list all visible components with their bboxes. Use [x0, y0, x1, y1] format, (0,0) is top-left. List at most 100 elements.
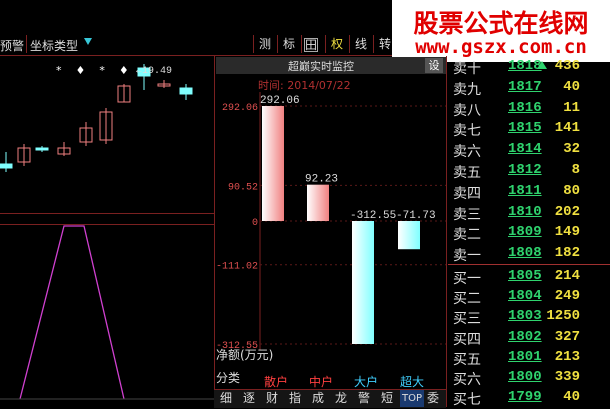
bottom-tab-0[interactable]: 细 [216, 390, 236, 407]
orderbook-row[interactable]: 卖五 1812 8 [448, 160, 610, 182]
chevron-down-icon[interactable] [84, 38, 92, 45]
bar-0 [262, 106, 284, 221]
candlestick [179, 87, 193, 95]
orderbook-label: 买二 [453, 291, 481, 308]
orderbook-label: 买五 [453, 351, 481, 368]
toolbar-button-1[interactable]: 标 [280, 36, 298, 52]
bottom-tab-4[interactable]: 成 [308, 390, 328, 407]
toolbar-button-4[interactable]: 线 [352, 36, 370, 52]
orderbook-row[interactable]: 卖二 1809 149 [448, 222, 610, 244]
bar-value-label: -312.55 [350, 210, 396, 222]
bar-1 [307, 184, 329, 221]
panel-divider [214, 56, 215, 407]
orderbook-row[interactable]: 买七 1799 40 [448, 387, 610, 409]
orderbook-vol: 80 [563, 182, 580, 199]
orderbook-row[interactable]: 买一 1805 214 [448, 266, 610, 288]
category-label: 超大 [400, 375, 425, 389]
orderbook-price: 1804 [508, 288, 542, 305]
orderbook-vol: 32 [563, 141, 580, 158]
orderbook-vol: 202 [554, 203, 580, 220]
bar-value-label: 292.06 [260, 95, 300, 107]
orderbook-vol: 339 [554, 369, 580, 385]
orderbook-price: 1816 [508, 99, 542, 116]
toolbar-button-3[interactable]: 权 [328, 36, 346, 52]
bottom-tab-9[interactable]: 委 [423, 390, 443, 407]
orderbook-price: 1808 [508, 245, 542, 262]
orderbook-label: 买七 [453, 392, 481, 409]
orderbook-row[interactable]: 卖四 1811 80 [448, 181, 610, 203]
category-title: 分类 [216, 371, 241, 385]
orderbook-row[interactable]: 卖三 1810 202 [448, 202, 610, 224]
category-label: 大户 [354, 375, 379, 389]
orderbook-price: 1814 [508, 141, 542, 158]
category-label: 散户 [264, 375, 289, 389]
bottom-tab-1[interactable]: 逐 [239, 390, 259, 407]
orderbook-vol: 327 [554, 328, 580, 345]
bar-3 [398, 221, 420, 250]
coord-type-label[interactable]: 坐标类型 [30, 37, 78, 54]
orderbook-vol: 436 [554, 58, 580, 74]
orderbook-row[interactable]: 买五 1801 213 [448, 347, 610, 369]
orderbook-row[interactable]: 卖八 1816 11 [448, 98, 610, 120]
orderbook-label: 卖二 [453, 227, 481, 244]
bottom-tab-2[interactable]: 财 [262, 390, 282, 407]
y-tick-label: 0 [252, 218, 258, 229]
orderbook-vol: 1250 [546, 308, 580, 325]
orderbook-label: 卖一 [453, 248, 481, 265]
orderbook-row[interactable]: 卖九 1817 40 [448, 77, 610, 99]
bottom-tab-7[interactable]: 短 [377, 390, 397, 407]
orderbook-row[interactable]: 卖一 1808 182 [448, 243, 610, 265]
orderbook-price: 1803 [508, 308, 542, 325]
warning-menu-label[interactable]: 预警 [0, 37, 24, 54]
toolbar-divider [373, 35, 374, 53]
orderbook-row[interactable]: 卖六 1814 32 [448, 139, 610, 161]
orderbook-row[interactable]: 卖十 1818 436 [448, 56, 610, 78]
orderbook-vol: 40 [563, 389, 580, 406]
category-label: 中户 [309, 375, 334, 389]
orderbook-price: 1799 [508, 389, 542, 406]
chart-unit-label: 净额(万元) [216, 348, 274, 362]
watermark-url: www.gszx.com.cn [415, 36, 587, 58]
toolbar-button-2[interactable]: 田 [304, 38, 318, 52]
bottom-tab-5[interactable]: 龙 [331, 390, 351, 407]
orderbook-label: 卖三 [453, 206, 481, 223]
orderbook-vol: 8 [571, 162, 580, 178]
signal-marker: * [56, 64, 76, 77]
candlestick [35, 147, 49, 151]
orderbook-vol: 214 [554, 268, 580, 284]
orderbook-vol: 182 [554, 245, 580, 262]
orderbook-row[interactable]: 买六 1800 339 [448, 367, 610, 389]
bottom-tab-8[interactable]: TOP [400, 390, 424, 407]
orderbook-row[interactable]: 买四 1802 327 [448, 327, 610, 349]
orderbook-vol: 40 [563, 78, 580, 95]
bar-value-label: -71.73 [396, 210, 436, 222]
orderbook-label: 买三 [453, 311, 481, 328]
orderbook-row[interactable]: 买二 1804 249 [448, 286, 610, 308]
orderbook-price: 1805 [508, 268, 542, 284]
bottom-tab-3[interactable]: 指 [285, 390, 305, 407]
signal-marker: * [99, 64, 119, 77]
toolbar-button-0[interactable]: 测 [256, 36, 274, 52]
orderbook-label: 卖十 [453, 61, 481, 77]
signal-marker: ♦ [75, 64, 100, 77]
orderbook-row[interactable]: 卖七 1815 141 [448, 118, 610, 140]
orderbook-label: 卖九 [453, 81, 481, 98]
toolbar-divider [26, 35, 27, 53]
orderbook-label: 卖八 [453, 102, 481, 119]
toolbar-divider [349, 35, 350, 53]
bottom-tab-6[interactable]: 警 [354, 390, 374, 407]
bar-value-label: 92.23 [305, 174, 338, 186]
toolbar-divider [277, 35, 278, 53]
candlestick [0, 163, 13, 169]
orderbook-row[interactable]: 买三 1803 1250 [448, 306, 610, 328]
kline-chart[interactable] [0, 56, 214, 213]
settings-button[interactable]: 设 [425, 58, 443, 73]
y-tick-label: 292.06 [222, 103, 258, 114]
orderbook-vol: 149 [554, 224, 580, 241]
orderbook-label: 卖四 [453, 185, 481, 202]
orderbook-price: 1815 [508, 120, 542, 137]
orderbook-vol: 213 [554, 348, 580, 365]
panel-divider [446, 56, 447, 407]
y-tick-label: 90.52 [228, 182, 258, 193]
orderbook-label: 卖六 [453, 144, 481, 161]
